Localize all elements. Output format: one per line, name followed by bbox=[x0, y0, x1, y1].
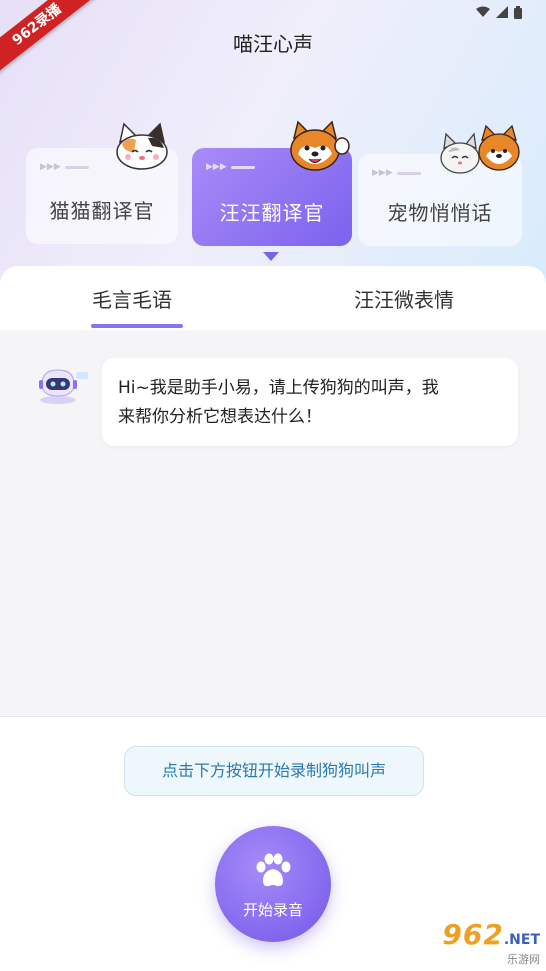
start-recording-button[interactable]: 开始录音 bbox=[215, 826, 331, 942]
dog-icon bbox=[290, 120, 350, 171]
wifi-icon bbox=[476, 6, 490, 17]
selected-card-pointer bbox=[263, 252, 279, 261]
tab-bar: 毛言毛语 汪汪微表情 bbox=[0, 266, 546, 330]
cat-icon bbox=[116, 122, 168, 170]
watermark-logo: 962.NET 乐游网 bbox=[442, 918, 540, 967]
tab-mao-yan-mao-yu[interactable]: 毛言毛语 bbox=[92, 284, 172, 313]
watermark-suffix: .NET bbox=[503, 932, 540, 948]
card-label: 汪汪翻译官 bbox=[219, 201, 325, 225]
content-panel: 毛言毛语 汪汪微表情 Hi~我是助手小易，请上传狗狗的叫声，我 来帮你分析它想表… bbox=[0, 266, 546, 716]
battery-icon bbox=[514, 5, 522, 19]
card-decoration: ▶▶▶ bbox=[206, 162, 255, 172]
start-recording-label: 开始录音 bbox=[242, 900, 303, 919]
status-bar bbox=[476, 4, 522, 20]
page-title: 喵汪心声 bbox=[233, 32, 313, 56]
record-hint: 点击下方按钮开始录制狗狗叫声 bbox=[124, 746, 424, 796]
watermark-sub: 乐游网 bbox=[507, 953, 540, 966]
watermark-main: 962 bbox=[442, 918, 504, 951]
card-label: 猫猫翻译官 bbox=[49, 199, 155, 223]
tab-wang-wang-micro-expression[interactable]: 汪汪微表情 bbox=[354, 284, 454, 313]
divider bbox=[0, 716, 546, 717]
signal-icon bbox=[496, 6, 508, 18]
card-label: 宠物悄悄话 bbox=[387, 201, 493, 225]
card-decoration: ▶▶▶ bbox=[372, 168, 421, 178]
card-decoration: ▶▶▶ bbox=[40, 162, 89, 172]
robot-assistant-icon bbox=[39, 369, 88, 404]
assistant-message-bubble: Hi~我是助手小易，请上传狗狗的叫声，我 来帮你分析它想表达什么！ bbox=[102, 358, 518, 446]
message-line: 来帮你分析它想表达什么！ bbox=[118, 407, 322, 427]
message-line: Hi~我是助手小易，请上传狗狗的叫声，我 bbox=[118, 378, 439, 398]
cat-dog-icon bbox=[440, 124, 520, 174]
paw-icon bbox=[256, 853, 291, 886]
active-tab-indicator bbox=[91, 324, 183, 328]
